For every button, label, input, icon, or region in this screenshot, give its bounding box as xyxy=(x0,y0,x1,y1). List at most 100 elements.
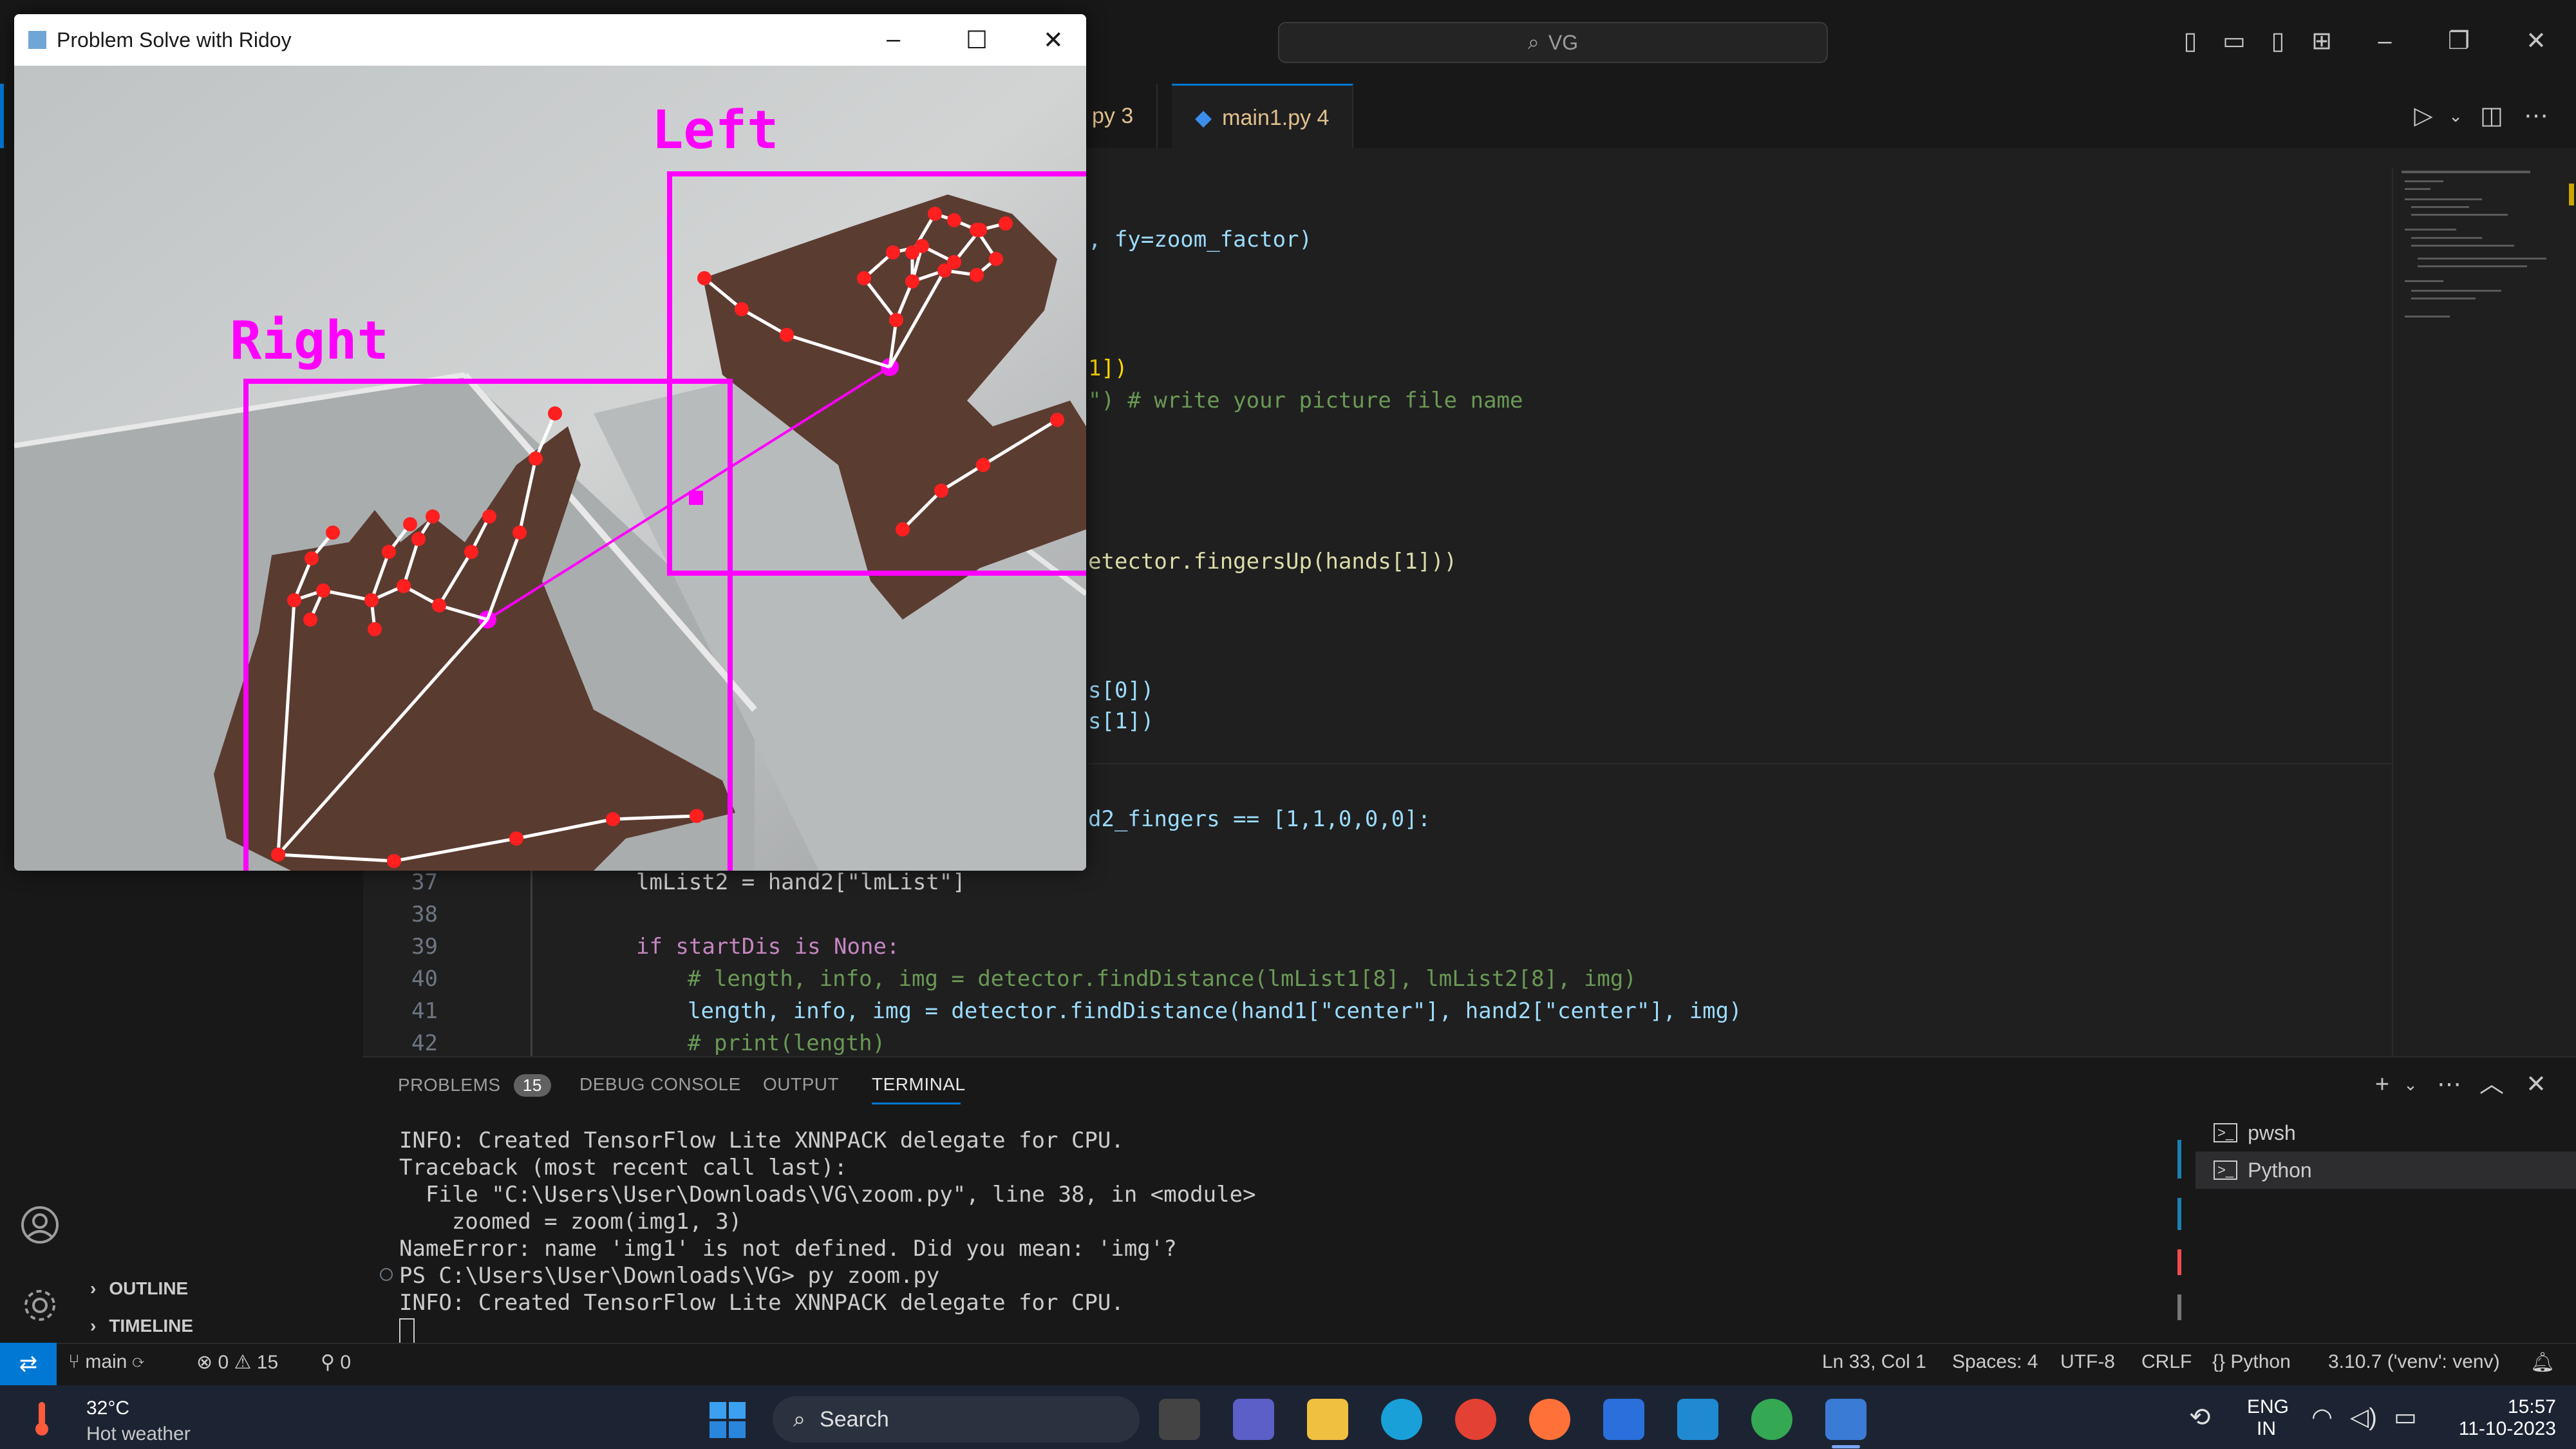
volume-icon[interactable]: ◁) xyxy=(2350,1403,2377,1432)
terminal-list: >_ pwsh >_ Python xyxy=(2195,1114,2576,1191)
chevron-down-icon[interactable]: ⌄ xyxy=(2440,100,2471,131)
firefox-browser-icon[interactable] xyxy=(1529,1399,1570,1440)
microsoft-store-icon[interactable] xyxy=(1603,1399,1644,1440)
tab-label: py 3 xyxy=(1092,103,1134,128)
branch-indicator[interactable]: ⑂ main ⟳ xyxy=(68,1351,144,1373)
tab-terminal[interactable]: TERMINAL xyxy=(872,1074,966,1095)
python-file-icon: ◆ xyxy=(1195,106,1212,130)
toggle-panel-icon[interactable]: ▭ xyxy=(2219,26,2250,57)
outline-section[interactable]: › OUTLINE xyxy=(90,1278,348,1299)
restore-icon[interactable]: ❐ xyxy=(2443,26,2474,57)
split-editor-icon[interactable]: ◫ xyxy=(2476,100,2507,131)
tab-debug-console[interactable]: DEBUG CONSOLE xyxy=(579,1074,741,1095)
search-icon: ⌕ xyxy=(793,1406,806,1432)
broadcast-icon: ⚲ xyxy=(321,1352,335,1373)
toggle-primary-sidebar-icon[interactable]: ▯ xyxy=(2175,26,2206,57)
python-app-icon[interactable] xyxy=(1825,1399,1866,1440)
terminal-output[interactable]: INFO: Created TensorFlow Lite XNNPACK de… xyxy=(399,1127,1256,1344)
language-mode[interactable]: {} Python xyxy=(2212,1351,2291,1373)
code-fragment: , fy=zoom_factor) xyxy=(1088,227,1312,252)
task-view-icon[interactable] xyxy=(1159,1399,1200,1440)
terminal-scrollbar-markers xyxy=(2177,1140,2181,1333)
braces-icon: {} xyxy=(2212,1351,2226,1372)
tab-problems[interactable]: PROBLEMS 15 xyxy=(398,1074,551,1097)
terminal-line: PS C:\Users\User\Downloads\VG> py zoom.p… xyxy=(399,1263,940,1289)
command-center-search[interactable]: ⌕ VG xyxy=(1278,22,1828,63)
minimap[interactable] xyxy=(2398,167,2553,361)
account-icon[interactable] xyxy=(19,1204,61,1245)
cursor-position[interactable]: Ln 33, Col 1 xyxy=(1822,1351,1926,1373)
chrome-profile-icon[interactable] xyxy=(1751,1399,1792,1440)
more-actions-icon[interactable]: ⋯ xyxy=(2521,100,2552,131)
more-actions-icon[interactable]: ⋯ xyxy=(2434,1069,2465,1100)
line-number: 39 xyxy=(411,934,438,960)
tab-main1-py[interactable]: ◆ main1.py 4 xyxy=(1172,84,1354,150)
sync-tray-icon[interactable]: ⟲ xyxy=(2189,1403,2211,1432)
notifications-bell-icon[interactable]: 🔔︎ xyxy=(2530,1351,2555,1374)
terminal-line: INFO: Created TensorFlow Lite XNNPACK de… xyxy=(399,1128,1124,1153)
wifi-icon[interactable]: ◠ xyxy=(2311,1403,2333,1432)
windows-start-icon[interactable] xyxy=(708,1401,747,1439)
terminal-cursor xyxy=(399,1316,1256,1344)
line-number: 40 xyxy=(411,966,438,992)
date: 11-10-2023 xyxy=(2458,1418,2556,1439)
minimap-divider xyxy=(2392,167,2393,1056)
taskbar-search[interactable]: ⌕ Search xyxy=(773,1396,1140,1443)
tab-output[interactable]: OUTPUT xyxy=(763,1074,839,1095)
teams-chat-icon[interactable] xyxy=(1233,1399,1274,1440)
run-icon[interactable]: ▷ xyxy=(2408,100,2439,131)
camera-window[interactable]: Problem Solve with Ridoy – ☐ ✕ Left Righ… xyxy=(14,14,1086,871)
camera-feed: Left Right xyxy=(14,66,1086,871)
remote-indicator-icon[interactable]: ⇄ xyxy=(0,1343,57,1385)
close-panel-icon[interactable]: ✕ xyxy=(2521,1069,2552,1100)
language-indicator[interactable]: ENG IN xyxy=(2247,1396,2289,1440)
line-number: 38 xyxy=(411,902,438,927)
indentation[interactable]: Spaces: 4 xyxy=(1952,1351,2038,1373)
gear-icon[interactable] xyxy=(19,1285,61,1326)
code-line: # length, info, img = detector.findDista… xyxy=(688,966,1637,992)
lang-line1: ENG xyxy=(2247,1396,2289,1417)
thermometer-icon xyxy=(32,1401,52,1437)
active-app-indicator xyxy=(1832,1445,1860,1448)
clock[interactable]: 15:57 11-10-2023 xyxy=(2447,1396,2556,1440)
customize-layout-icon[interactable]: ⊞ xyxy=(2306,26,2337,57)
file-explorer-icon[interactable] xyxy=(1307,1399,1348,1440)
terminal-item-python[interactable]: >_ Python xyxy=(2195,1151,2576,1189)
terminal-item-label: pwsh xyxy=(2248,1121,2296,1144)
terminal-item-pwsh[interactable]: >_ pwsh xyxy=(2195,1114,2576,1151)
terminal-line: Traceback (most recent call last): xyxy=(399,1155,847,1180)
battery-icon[interactable]: ▭ xyxy=(2394,1403,2417,1432)
toggle-secondary-sidebar-icon[interactable]: ▯ xyxy=(2262,26,2293,57)
maximize-panel-icon[interactable]: ︿ xyxy=(2476,1069,2507,1100)
maximize-icon[interactable]: ☐ xyxy=(966,26,988,55)
problems-indicator[interactable]: ⊗ 0 ⚠ 15 xyxy=(196,1351,278,1374)
encoding[interactable]: UTF-8 xyxy=(2060,1351,2115,1373)
ports-indicator[interactable]: ⚲ 0 xyxy=(321,1351,351,1374)
time: 15:57 xyxy=(2507,1396,2556,1417)
terminal-line: INFO: Created TensorFlow Lite XNNPACK de… xyxy=(399,1290,1124,1316)
left-hand-label: Left xyxy=(652,100,778,161)
minimize-icon[interactable]: – xyxy=(2369,26,2400,57)
chrome-browser-icon[interactable] xyxy=(1455,1399,1496,1440)
command-center-text: VG xyxy=(1548,30,1579,54)
window-title: Problem Solve with Ridoy xyxy=(57,28,292,52)
timeline-section[interactable]: › TIMELINE xyxy=(90,1316,348,1336)
temperature[interactable]: 32°C xyxy=(86,1397,129,1419)
weather-label[interactable]: Hot weather xyxy=(86,1423,191,1445)
edge-browser-icon[interactable] xyxy=(1381,1399,1422,1440)
camera-window-titlebar[interactable]: Problem Solve with Ridoy xyxy=(14,14,1086,66)
tab-label: main1.py 4 xyxy=(1222,105,1330,130)
error-count: 0 xyxy=(218,1352,229,1373)
terminal-icon: >_ xyxy=(2214,1160,2238,1180)
close-icon[interactable]: ✕ xyxy=(1043,26,1064,55)
chevron-down-icon[interactable]: ⌄ xyxy=(2395,1069,2426,1100)
close-icon[interactable]: ✕ xyxy=(2521,26,2552,57)
line-endings[interactable]: CRLF xyxy=(2141,1351,2192,1373)
python-interpreter[interactable]: 3.10.7 ('venv': venv) xyxy=(2328,1351,2500,1373)
timeline-label: TIMELINE xyxy=(109,1316,193,1336)
lang-line2: IN xyxy=(2257,1418,2276,1439)
vscode-app-icon[interactable] xyxy=(1677,1399,1718,1440)
minimize-icon[interactable]: – xyxy=(887,26,900,53)
line-number: 37 xyxy=(411,869,438,895)
new-terminal-icon[interactable]: + xyxy=(2367,1069,2398,1100)
